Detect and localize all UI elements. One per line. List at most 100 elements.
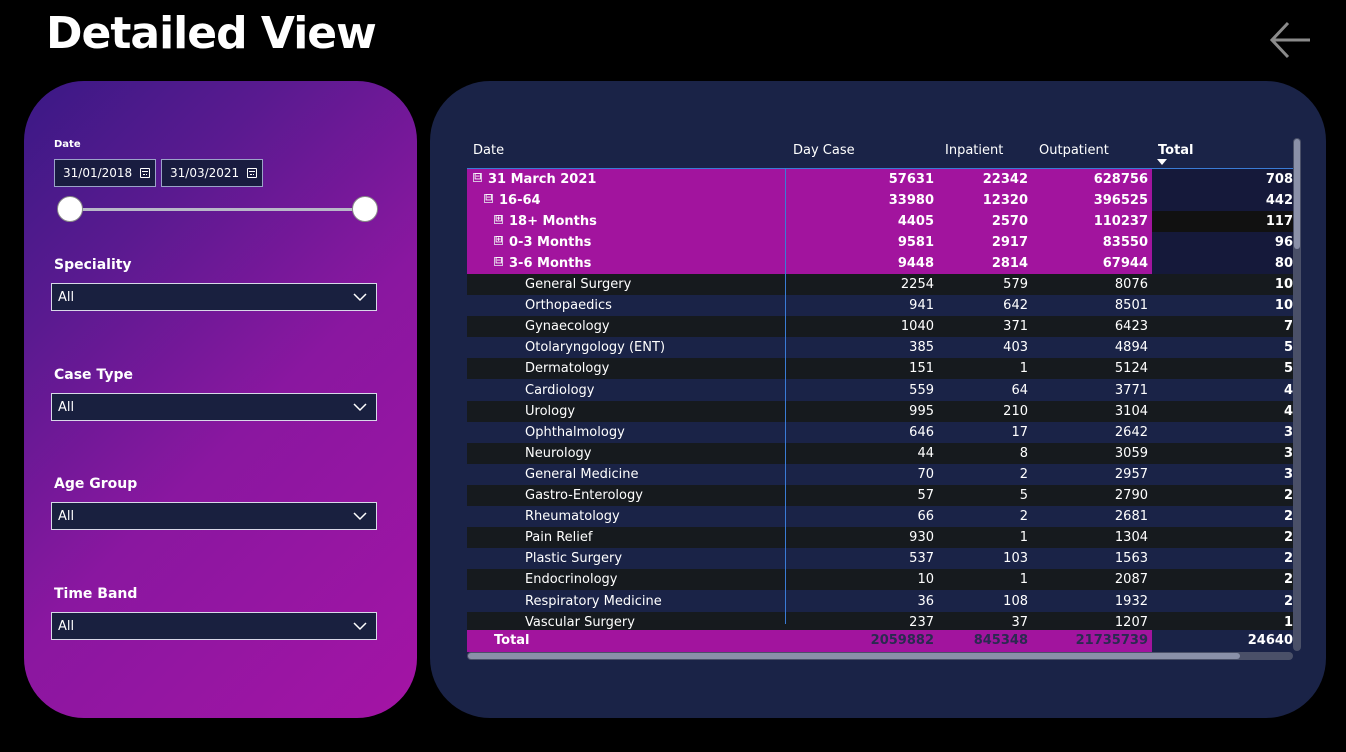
cell-inpatient: 1 bbox=[938, 569, 1032, 591]
horizontal-scrollbar-thumb[interactable] bbox=[468, 653, 1240, 659]
cell-total: 3 bbox=[1152, 421, 1293, 443]
age-group-dropdown-value: All bbox=[58, 508, 75, 524]
date-range-slider-track[interactable] bbox=[70, 208, 366, 211]
group-label: ⊟ 16-64 bbox=[467, 190, 785, 211]
cell-inpatient: 2570 bbox=[938, 211, 1032, 232]
speciality-filter-label: Speciality bbox=[54, 257, 132, 273]
group-label-text: 31 March 2021 bbox=[488, 172, 597, 187]
cell-day-case: 559 bbox=[785, 379, 938, 401]
total-inpatient: 845348 bbox=[938, 630, 1032, 652]
vertical-scrollbar[interactable] bbox=[1293, 138, 1301, 651]
row-label: General Medicine bbox=[467, 463, 785, 485]
table-row[interactable]: Ophthalmology 646 17 2642 3 bbox=[467, 421, 1293, 443]
row-label: Plastic Surgery bbox=[467, 548, 785, 570]
group-row[interactable]: ⊞ 18+ Months 4405 2570 110237 117 bbox=[467, 211, 1293, 232]
cell-outpatient: 2681 bbox=[1032, 506, 1152, 528]
chevron-down-icon bbox=[353, 293, 367, 302]
table-row[interactable]: General Medicine 70 2 2957 3 bbox=[467, 463, 1293, 485]
age-group-dropdown[interactable]: All bbox=[51, 502, 377, 530]
group-row[interactable]: ⊞ 0-3 Months 9581 2917 83550 96 bbox=[467, 232, 1293, 253]
group-row[interactable]: ⊟ 16-64 33980 12320 396525 442 bbox=[467, 190, 1293, 211]
back-arrow-icon[interactable] bbox=[1268, 20, 1312, 60]
cell-outpatient: 2790 bbox=[1032, 485, 1152, 506]
total-total: 24640 bbox=[1152, 630, 1293, 652]
date-end-input[interactable]: 31/03/2021 bbox=[161, 159, 263, 187]
cell-outpatient: 1563 bbox=[1032, 548, 1152, 570]
group-row[interactable]: ⊟ 31 March 2021 57631 22342 628756 708 bbox=[467, 169, 1293, 190]
expand-collapse-icon[interactable]: ⊟ bbox=[484, 194, 493, 203]
table-row[interactable]: Dermatology 151 1 5124 5 bbox=[467, 358, 1293, 380]
table-row[interactable]: Endocrinology 10 1 2087 2 bbox=[467, 569, 1293, 591]
table-row[interactable]: Urology 995 210 3104 4 bbox=[467, 400, 1293, 422]
row-label: Gastro-Enterology bbox=[467, 485, 785, 506]
cell-total: 2 bbox=[1152, 527, 1293, 549]
cell-inpatient: 22342 bbox=[938, 169, 1032, 190]
table-row[interactable]: Neurology 44 8 3059 3 bbox=[467, 442, 1293, 464]
row-label: Respiratory Medicine bbox=[467, 590, 785, 612]
table-row[interactable]: Gastro-Enterology 57 5 2790 2 bbox=[467, 485, 1293, 506]
calendar-icon[interactable] bbox=[140, 168, 151, 178]
cell-inpatient: 17 bbox=[938, 421, 1032, 443]
group-label: ⊞ 18+ Months bbox=[467, 211, 785, 232]
group-label-text: 18+ Months bbox=[509, 214, 597, 229]
table-row[interactable]: Rheumatology 66 2 2681 2 bbox=[467, 506, 1293, 528]
table-row[interactable]: Pain Relief 930 1 1304 2 bbox=[467, 527, 1293, 549]
cell-day-case: 36 bbox=[785, 590, 938, 612]
time-band-dropdown-value: All bbox=[58, 618, 75, 634]
cell-total: 5 bbox=[1152, 358, 1293, 380]
row-label: Cardiology bbox=[467, 379, 785, 401]
case-type-dropdown[interactable]: All bbox=[51, 393, 377, 421]
cell-inpatient: 64 bbox=[938, 379, 1032, 401]
speciality-dropdown[interactable]: All bbox=[51, 283, 377, 311]
case-type-dropdown-value: All bbox=[58, 399, 75, 415]
table-row[interactable]: Cardiology 559 64 3771 4 bbox=[467, 379, 1293, 401]
cell-inpatient: 2 bbox=[938, 506, 1032, 528]
date-start-value: 31/01/2018 bbox=[63, 166, 133, 180]
sort-descending-icon bbox=[1157, 159, 1167, 165]
table-header: Date Day Case Inpatient Outpatient Total bbox=[467, 137, 1293, 169]
age-group-filter-label: Age Group bbox=[54, 476, 138, 492]
column-header-total[interactable]: Total bbox=[1158, 143, 1194, 158]
column-header-outpatient[interactable]: Outpatient bbox=[1039, 143, 1109, 158]
row-label: Rheumatology bbox=[467, 506, 785, 528]
date-end-value: 31/03/2021 bbox=[170, 166, 240, 180]
cell-total: 2 bbox=[1152, 548, 1293, 570]
expand-collapse-icon[interactable]: ⊟ bbox=[494, 257, 503, 266]
horizontal-scrollbar[interactable] bbox=[467, 652, 1293, 660]
table-row[interactable]: Orthopaedics 941 642 8501 10 bbox=[467, 295, 1293, 317]
cell-inpatient: 210 bbox=[938, 400, 1032, 422]
date-range-slider-start-handle[interactable] bbox=[57, 196, 83, 222]
chevron-down-icon bbox=[353, 512, 367, 521]
row-label: General Surgery bbox=[467, 274, 785, 295]
table-row[interactable]: Respiratory Medicine 36 108 1932 2 bbox=[467, 590, 1293, 612]
cell-inpatient: 1 bbox=[938, 527, 1032, 549]
expand-collapse-icon[interactable]: ⊟ bbox=[473, 173, 482, 182]
cell-total: 10 bbox=[1152, 295, 1293, 317]
cell-inpatient: 8 bbox=[938, 442, 1032, 464]
row-label: Endocrinology bbox=[467, 569, 785, 591]
cell-total: 80 bbox=[1152, 253, 1293, 274]
time-band-dropdown[interactable]: All bbox=[51, 612, 377, 640]
table-row[interactable]: Plastic Surgery 537 103 1563 2 bbox=[467, 548, 1293, 570]
cell-day-case: 10 bbox=[785, 569, 938, 591]
vertical-scrollbar-thumb[interactable] bbox=[1294, 139, 1300, 249]
expand-collapse-icon[interactable]: ⊞ bbox=[494, 236, 503, 245]
group-row[interactable]: ⊟ 3-6 Months 9448 2814 67944 80 bbox=[467, 253, 1293, 274]
cell-total: 96 bbox=[1152, 232, 1293, 253]
calendar-icon[interactable] bbox=[247, 168, 258, 178]
date-range-slider-end-handle[interactable] bbox=[352, 196, 378, 222]
table-row[interactable]: Gynaecology 1040 371 6423 7 bbox=[467, 316, 1293, 338]
table-row[interactable]: General Surgery 2254 579 8076 10 bbox=[467, 274, 1293, 295]
date-start-input[interactable]: 31/01/2018 bbox=[54, 159, 156, 187]
cell-inpatient: 2 bbox=[938, 463, 1032, 485]
expand-collapse-icon[interactable]: ⊞ bbox=[494, 215, 503, 224]
total-outpatient: 21735739 bbox=[1032, 630, 1152, 652]
chevron-down-icon bbox=[353, 403, 367, 412]
chevron-down-icon bbox=[353, 622, 367, 631]
column-header-date[interactable]: Date bbox=[473, 143, 504, 158]
column-header-day-case[interactable]: Day Case bbox=[793, 143, 855, 158]
table-row[interactable]: Otolaryngology (ENT) 385 403 4894 5 bbox=[467, 337, 1293, 359]
row-label: Ophthalmology bbox=[467, 421, 785, 443]
column-header-inpatient[interactable]: Inpatient bbox=[945, 143, 1003, 158]
cell-day-case: 2254 bbox=[785, 274, 938, 295]
